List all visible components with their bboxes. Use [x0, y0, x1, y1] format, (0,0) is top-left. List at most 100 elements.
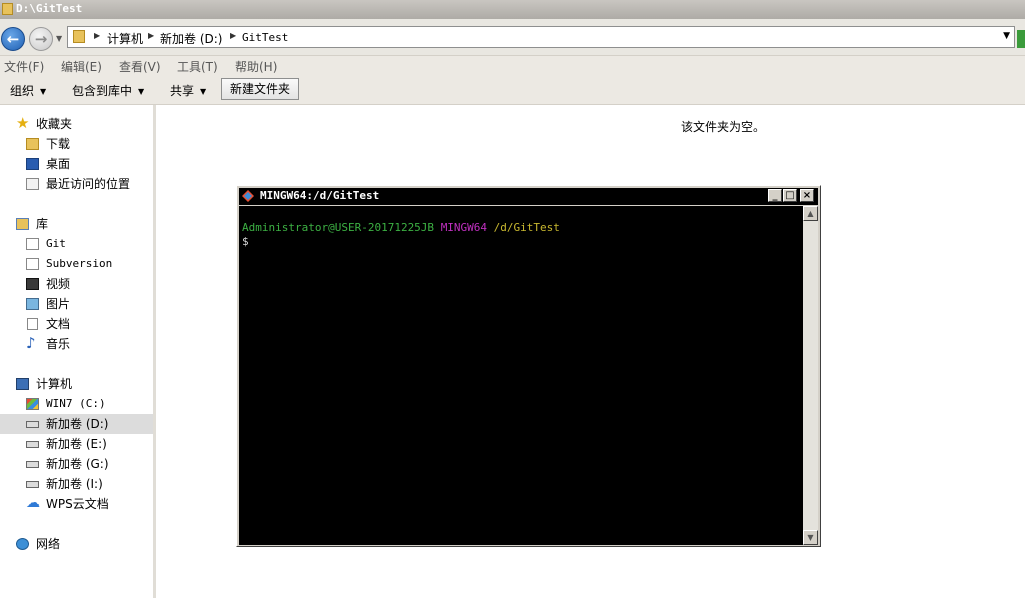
nav-library-pictures[interactable]: 图片	[26, 294, 153, 314]
prompt-path: /d/GitTest	[493, 221, 560, 234]
drive-icon	[26, 481, 39, 488]
chevron-right-icon[interactable]: ▶	[148, 31, 154, 40]
nav-drive-i-label: 新加卷 (I:)	[46, 477, 103, 491]
download-folder-icon	[26, 138, 39, 150]
nav-drive-g[interactable]: 新加卷 (G:)	[26, 454, 153, 474]
terminal-prompt-line: Administrator@USER-20171225JB MINGW64 /d…	[242, 221, 560, 234]
minimize-button[interactable]: _	[768, 189, 782, 202]
nav-downloads[interactable]: 下载	[26, 134, 153, 154]
prompt-user: Administrator@USER-20171225JB	[242, 221, 435, 234]
nav-library-videos-label: 视频	[46, 277, 71, 291]
nav-libraries[interactable]: 库	[16, 214, 153, 234]
music-icon: ♪	[26, 334, 36, 352]
breadcrumb-gittest[interactable]: GitTest	[242, 31, 288, 44]
include-in-library-button[interactable]: 包含到库中 ▼	[72, 82, 144, 99]
nav-computer[interactable]: 计算机	[16, 374, 153, 394]
window-titlebar[interactable]: D:\GitTest	[0, 0, 1025, 19]
nav-library-pictures-label: 图片	[46, 297, 71, 311]
git-bash-icon	[242, 190, 254, 202]
star-icon: ★	[16, 114, 30, 132]
chevron-down-icon: ▼	[40, 87, 47, 96]
nav-recent-places[interactable]: 最近访问的位置	[26, 174, 153, 194]
maximize-button[interactable]: □	[783, 189, 797, 202]
terminal-screen[interactable]: Administrator@USER-20171225JB MINGW64 /d…	[239, 206, 803, 545]
drive-icon	[26, 421, 39, 428]
chevron-down-icon: ▼	[200, 87, 207, 96]
scroll-down-icon[interactable]: ▼	[803, 530, 818, 545]
back-arrow-icon: ←	[6, 30, 20, 48]
nav-downloads-label: 下载	[46, 137, 71, 151]
desktop-icon	[26, 158, 39, 170]
share-label: 共享	[170, 84, 195, 98]
nav-recent-places-label: 最近访问的位置	[46, 177, 131, 191]
nav-library-documents[interactable]: 文档	[26, 314, 153, 334]
computer-icon	[16, 378, 29, 390]
scroll-up-icon[interactable]: ▲	[803, 206, 818, 221]
breadcrumb-computer[interactable]: 计算机	[107, 30, 143, 47]
nav-drive-e-label: 新加卷 (E:)	[46, 437, 107, 451]
library-icon	[26, 258, 39, 270]
address-dropdown-icon[interactable]: ▼	[1003, 31, 1010, 41]
nav-library-subversion[interactable]: Subversion	[26, 254, 153, 274]
network-icon	[16, 538, 29, 550]
refresh-icon[interactable]	[1017, 30, 1025, 48]
share-button[interactable]: 共享 ▼	[170, 82, 206, 99]
menu-edit[interactable]: 编辑(E)	[61, 58, 102, 75]
video-icon	[26, 278, 39, 290]
nav-wps-cloud-label: WPS云文档	[46, 497, 109, 511]
menu-view[interactable]: 查看(V)	[119, 58, 161, 75]
terminal-scrollbar[interactable]: ▲ ▼	[803, 206, 818, 545]
pane-splitter[interactable]	[153, 105, 156, 598]
back-button[interactable]: ←	[1, 27, 25, 51]
organize-button[interactable]: 组织 ▼	[10, 82, 46, 99]
drive-icon	[26, 461, 39, 468]
chevron-right-icon[interactable]: ▶	[94, 31, 100, 40]
nav-favorites[interactable]: ★ 收藏夹	[16, 114, 153, 134]
terminal-titlebar[interactable]: MINGW64:/d/GitTest _ □ ×	[239, 188, 818, 205]
menu-file[interactable]: 文件(F)	[4, 58, 44, 75]
picture-icon	[26, 298, 39, 310]
prompt-env: MINGW64	[440, 221, 488, 234]
nav-library-subversion-label: Subversion	[46, 257, 113, 270]
menu-help[interactable]: 帮助(H)	[235, 58, 277, 75]
close-button[interactable]: ×	[800, 189, 814, 202]
forward-arrow-icon: →	[34, 30, 48, 48]
address-row: ← → ▼ ▶ 计算机 ▶ 新加卷 (D:) ▶ GitTest ▼	[0, 19, 1025, 56]
windows-drive-icon	[26, 398, 39, 410]
nav-drive-e[interactable]: 新加卷 (E:)	[26, 434, 153, 454]
nav-drive-c[interactable]: WIN7 (C:)	[26, 394, 153, 414]
nav-wps-cloud[interactable]: ☁ WPS云文档	[26, 494, 153, 514]
empty-folder-message: 该文件夹为空。	[681, 120, 766, 134]
recent-places-icon	[26, 178, 39, 190]
nav-network-label: 网络	[36, 537, 61, 551]
menu-tools[interactable]: 工具(T)	[177, 58, 218, 75]
nav-drive-i[interactable]: 新加卷 (I:)	[26, 474, 153, 494]
nav-library-videos[interactable]: 视频	[26, 274, 153, 294]
nav-drive-d[interactable]: 新加卷 (D:)	[0, 414, 153, 434]
library-icon	[16, 218, 29, 230]
nav-network[interactable]: 网络	[16, 534, 153, 554]
history-dropdown-icon[interactable]: ▼	[56, 34, 62, 43]
nav-desktop[interactable]: 桌面	[26, 154, 153, 174]
include-in-library-label: 包含到库中	[72, 84, 133, 98]
nav-drive-c-label: WIN7 (C:)	[46, 397, 106, 410]
nav-library-music[interactable]: ♪ 音乐	[26, 334, 153, 354]
nav-drive-d-label: 新加卷 (D:)	[46, 417, 109, 431]
chevron-down-icon: ▼	[138, 87, 145, 96]
breadcrumb-drive-d[interactable]: 新加卷 (D:)	[160, 30, 222, 47]
cloud-icon: ☁	[26, 495, 40, 511]
prompt-symbol: $	[242, 235, 249, 248]
terminal-window[interactable]: MINGW64:/d/GitTest _ □ × Administrator@U…	[236, 185, 821, 547]
address-bar[interactable]: ▶ 计算机 ▶ 新加卷 (D:) ▶ GitTest ▼	[67, 26, 1015, 48]
organize-label: 组织	[10, 84, 35, 98]
forward-button[interactable]: →	[29, 27, 53, 51]
command-toolbar: 组织 ▼ 包含到库中 ▼ 共享 ▼ 新建文件夹	[0, 76, 1025, 105]
chevron-right-icon[interactable]: ▶	[230, 31, 236, 40]
nav-favorites-label: 收藏夹	[36, 117, 73, 131]
new-folder-button[interactable]: 新建文件夹	[221, 78, 299, 100]
nav-library-music-label: 音乐	[46, 337, 71, 351]
nav-library-git[interactable]: Git	[26, 234, 153, 254]
library-icon	[26, 238, 39, 250]
window-title: D:\GitTest	[16, 2, 83, 15]
folder-icon	[73, 30, 85, 43]
